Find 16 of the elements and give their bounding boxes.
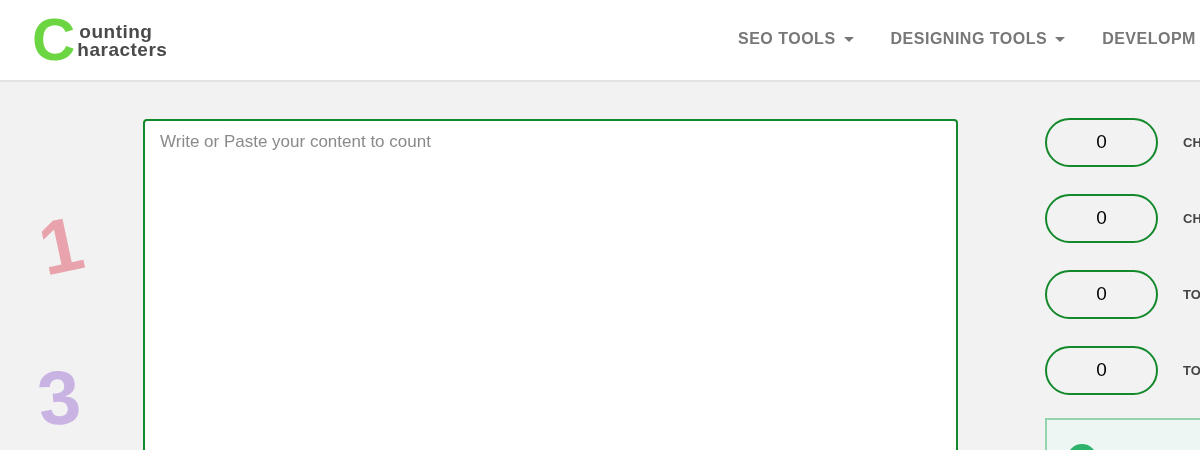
nav-link[interactable]: DESIGNING TOOLS <box>890 27 1066 51</box>
text-area[interactable]: Write or Paste your content to count <box>143 119 958 450</box>
decorative-numeral: 3 <box>34 358 85 438</box>
count-display: 0 <box>1045 118 1158 167</box>
placeholder-text: Write or Paste your content to count <box>160 132 431 151</box>
count-display: 0 <box>1045 346 1158 395</box>
count-display: 0 <box>1045 270 1158 319</box>
count-display: 0 <box>1045 194 1158 243</box>
nav-link[interactable]: SEO TOOLS <box>738 27 854 51</box>
stat-label: TO <box>1183 285 1200 304</box>
nav-link[interactable]: DEVELOPM <box>1102 27 1196 51</box>
decorative-numeral: 1 <box>32 204 90 288</box>
logo-text: ounting <box>79 23 154 41</box>
stat-label: TO <box>1183 361 1200 380</box>
logo-letter: C <box>32 10 76 70</box>
logo-text: haracters <box>77 41 168 59</box>
